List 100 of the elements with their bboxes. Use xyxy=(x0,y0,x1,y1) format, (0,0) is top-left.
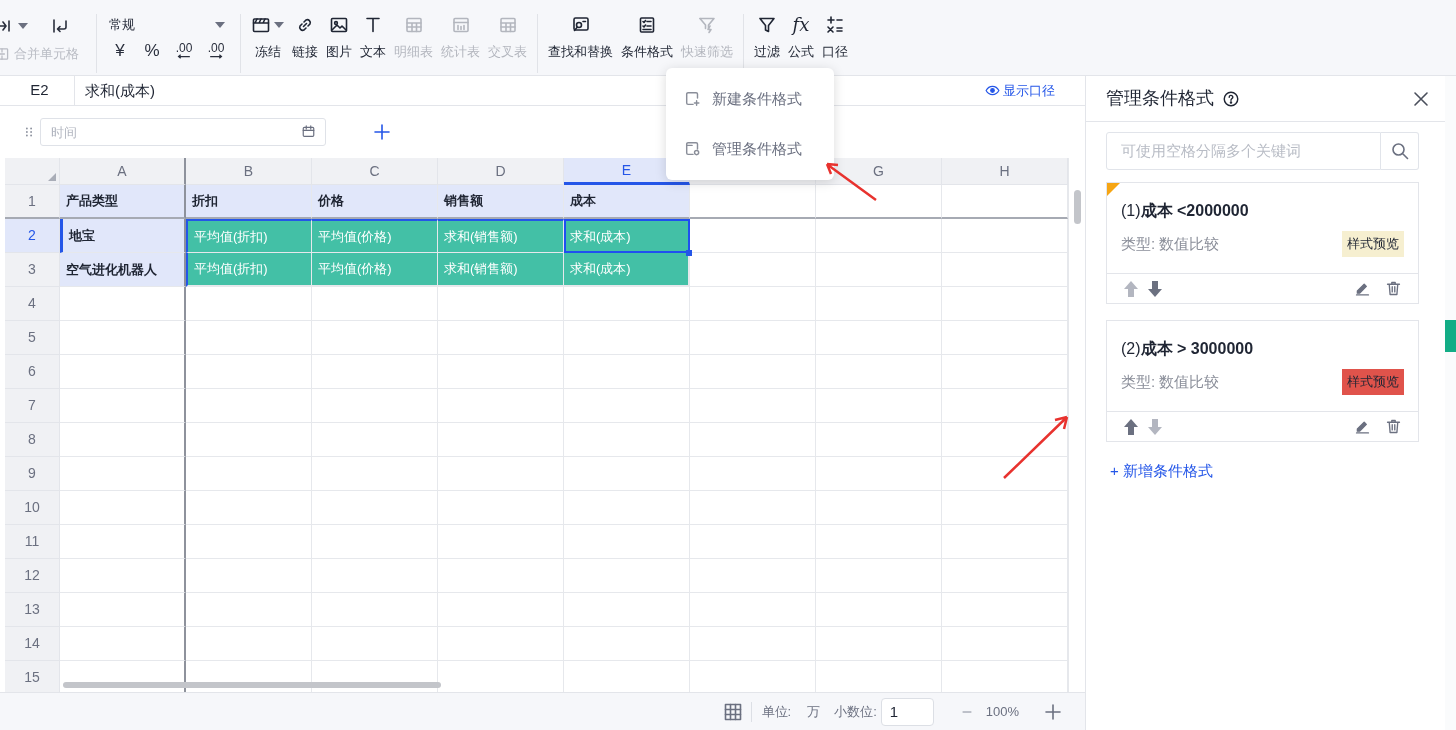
row-header[interactable]: 2 xyxy=(5,219,60,253)
number-format-button[interactable]: .00 xyxy=(173,42,195,59)
text-icon xyxy=(363,15,383,35)
time-filter-field[interactable]: 时间 xyxy=(40,118,326,146)
show-caliber-link[interactable]: 显示口径 xyxy=(985,80,1055,101)
toolbar-button[interactable]: 链接 xyxy=(292,14,318,62)
toolbar-button[interactable]: 冻结 xyxy=(251,14,284,62)
row-header[interactable]: 11 xyxy=(5,525,60,559)
toolbar-button[interactable]: 文本 xyxy=(360,14,386,62)
caret-icon xyxy=(215,22,225,28)
table-cell: 求和(成本) xyxy=(564,253,690,287)
number-format-button[interactable]: .00 xyxy=(205,42,227,59)
table-cell: 平均值(折扣) xyxy=(186,219,312,253)
image-icon xyxy=(329,15,349,35)
row-header[interactable]: 15 xyxy=(5,661,60,692)
down-arrow-icon xyxy=(1147,417,1163,436)
checklist-icon xyxy=(637,15,657,35)
add-filter-button[interactable] xyxy=(372,122,392,142)
row-header[interactable]: 8 xyxy=(5,423,60,457)
caret-icon xyxy=(274,22,284,28)
plus-icon xyxy=(372,122,392,142)
grid-view-button[interactable] xyxy=(722,701,752,722)
number-format-button[interactable]: ¥ xyxy=(109,42,131,59)
column-header[interactable]: B xyxy=(186,158,312,185)
fill-handle[interactable] xyxy=(686,250,692,256)
row-header[interactable]: 6 xyxy=(5,355,60,389)
horizontal-scrollbar[interactable] xyxy=(63,682,441,688)
row-header[interactable]: 1 xyxy=(5,185,60,219)
toolbar-button[interactable]: fx 公式 xyxy=(788,14,814,62)
row-header[interactable]: 4 xyxy=(5,287,60,321)
rule-card[interactable]: (1)成本 <2000000 类型: 数值比较 样式预览 xyxy=(1106,182,1419,304)
grid-icon xyxy=(722,701,743,722)
table-cell: 求和(销售额) xyxy=(438,219,564,253)
search-button[interactable] xyxy=(1381,132,1419,170)
wrap-text-button[interactable] xyxy=(50,16,70,36)
table-cell: 求和(销售额) xyxy=(438,253,564,287)
left-arrow-icon xyxy=(177,54,191,59)
table-cell: 产品类型 xyxy=(60,185,186,219)
eye-icon xyxy=(985,83,1000,98)
row-header[interactable]: 7 xyxy=(5,389,60,423)
toolbar-button[interactable]: 图片 xyxy=(326,14,352,62)
column-header[interactable]: H xyxy=(942,158,1068,185)
rule-search-field[interactable]: 可使用空格分隔多个关键词 xyxy=(1106,132,1381,170)
wrap-icon xyxy=(50,16,70,36)
table-cell: 地宝 xyxy=(60,219,186,253)
delete-button[interactable] xyxy=(1385,418,1402,435)
row-header[interactable]: 13 xyxy=(5,593,60,627)
table-cell: 成本 xyxy=(564,185,690,219)
up-arrow-icon xyxy=(1123,279,1139,298)
table-cell: 平均值(价格) xyxy=(312,219,438,253)
trash-icon xyxy=(1385,418,1402,435)
row-header[interactable]: 14 xyxy=(5,627,60,661)
table-icon xyxy=(450,15,471,35)
row-header[interactable]: 3 xyxy=(5,253,60,287)
up-arrow-icon xyxy=(1123,417,1139,436)
help-icon xyxy=(1222,89,1240,108)
down-arrow-icon xyxy=(1147,279,1163,298)
table-cell: 空气进化机器人 xyxy=(60,253,186,287)
toolbar-button[interactable]: 过滤 xyxy=(754,14,780,62)
toolbar-button[interactable]: 条件格式 xyxy=(621,14,673,62)
column-header[interactable]: D xyxy=(438,158,564,185)
style-preview: 样式预览 xyxy=(1342,369,1404,395)
row-header[interactable]: 5 xyxy=(5,321,60,355)
zoom-in-button[interactable] xyxy=(1043,701,1063,722)
decimals-field[interactable]: 1 xyxy=(880,697,934,726)
down-arrow-button[interactable] xyxy=(1147,279,1163,298)
toolbar-button[interactable]: 查找和替换 xyxy=(548,14,613,62)
table-icon xyxy=(497,15,518,35)
column-header[interactable]: C xyxy=(312,158,438,185)
row-header[interactable]: 12 xyxy=(5,559,60,593)
table-icon xyxy=(403,15,424,35)
add-rule-link[interactable]: + 新增条件格式 xyxy=(1106,460,1213,483)
menu-item[interactable]: 新建条件格式 xyxy=(666,74,834,124)
up-arrow-button[interactable] xyxy=(1123,417,1139,436)
table-cell: 平均值(价格) xyxy=(312,253,438,287)
delete-button[interactable] xyxy=(1385,280,1402,297)
unit-label: 单位: xyxy=(761,702,792,721)
column-header[interactable]: A xyxy=(60,158,186,185)
funnel-icon xyxy=(757,15,777,35)
zoom-level: 100% xyxy=(985,702,1019,721)
cell-reference: E2 xyxy=(0,76,75,105)
table-cell: 平均值(折扣) xyxy=(186,253,312,287)
vertical-scrollbar[interactable] xyxy=(1074,190,1081,224)
plus-icon xyxy=(1043,701,1063,722)
row-header[interactable]: 9 xyxy=(5,457,60,491)
row-header[interactable]: 10 xyxy=(5,491,60,525)
trash-icon xyxy=(1385,280,1402,297)
function-icon: fx xyxy=(792,15,810,35)
caret-icon xyxy=(18,23,28,29)
rule-type: 类型: 数值比较 xyxy=(1121,371,1220,392)
decimals-label: 小数位: xyxy=(834,702,877,721)
rule-card[interactable]: (2)成本 > 3000000 类型: 数值比较 样式预览 xyxy=(1106,320,1419,442)
formula-value[interactable]: 求和(成本) xyxy=(75,81,155,99)
unit-value: 万 xyxy=(807,702,821,721)
add-card-icon xyxy=(684,90,702,108)
calendar-icon xyxy=(301,124,316,139)
toolbar-button[interactable]: 口径 xyxy=(822,14,848,62)
number-format-dropdown[interactable]: 常规 xyxy=(109,14,225,36)
search-icon xyxy=(1389,141,1410,161)
number-format-button[interactable]: % xyxy=(141,42,163,59)
